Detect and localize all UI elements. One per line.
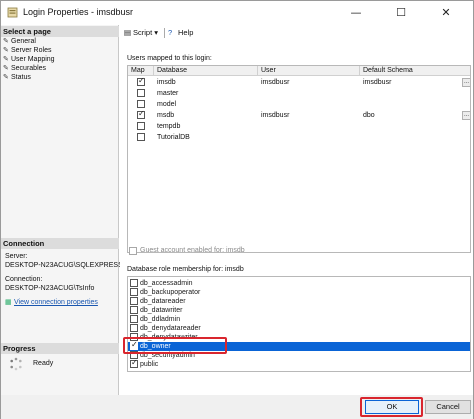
script-icon: ▤ — [124, 28, 132, 37]
login-properties-window: Login Properties - imsdbusr — ☐ ✕ Select… — [0, 0, 474, 419]
connection-label: Connection: — [5, 276, 43, 283]
map-checkbox[interactable] — [137, 100, 145, 108]
page-status[interactable]: ✎ Status — [3, 73, 31, 82]
progress-header: Progress — [1, 343, 119, 354]
role-checkbox[interactable] — [130, 288, 138, 296]
page-general[interactable]: ✎ General — [3, 37, 36, 46]
ok-highlight-box — [360, 397, 423, 417]
role-checkbox[interactable] — [130, 315, 138, 323]
wrench-icon: ✎ — [3, 65, 9, 72]
wrench-icon: ✎ — [3, 38, 9, 45]
connection-header: Connection — [1, 238, 119, 249]
progress-spinner-icon — [10, 357, 22, 371]
role-checkbox[interactable] — [130, 306, 138, 314]
close-button[interactable]: ✕ — [429, 3, 463, 23]
list-item[interactable]: public — [128, 358, 470, 369]
table-row[interactable]: model — [128, 99, 470, 110]
list-item[interactable]: db_backupoperator — [128, 288, 470, 297]
map-checkbox[interactable] — [137, 89, 145, 97]
page-server-roles[interactable]: ✎ Server Roles — [3, 46, 51, 55]
table-row[interactable]: tempdb — [128, 121, 470, 132]
grid-header: Map Database User Default Schema — [128, 66, 470, 76]
progress-status: Ready — [33, 360, 54, 367]
map-checkbox[interactable] — [137, 76, 145, 86]
role-checkbox[interactable] — [130, 279, 138, 287]
list-item[interactable]: db_ddladmin — [128, 315, 470, 324]
toolbar: ▤ Script ▾ ? Help — [120, 25, 473, 41]
wrench-icon: ✎ — [3, 56, 9, 63]
schema-browse-button[interactable]: ... — [462, 111, 470, 120]
column-map[interactable]: Map — [128, 66, 154, 76]
page-securables[interactable]: ✎ Securables — [3, 64, 46, 73]
list-item[interactable]: db_datareader — [128, 297, 470, 306]
list-item[interactable]: db_denydatareader — [128, 324, 470, 333]
script-button[interactable]: ▤ Script ▾ — [124, 28, 158, 38]
cancel-button[interactable]: Cancel — [425, 400, 471, 414]
page-user-mapping[interactable]: ✎ User Mapping — [3, 55, 55, 64]
help-button[interactable]: ? Help — [168, 28, 193, 38]
minimize-button[interactable]: — — [339, 3, 373, 23]
list-item[interactable]: db_accessadmin — [128, 279, 470, 288]
chevron-down-icon: ▾ — [154, 28, 159, 37]
toolbar-separator — [164, 28, 165, 38]
column-user[interactable]: User — [258, 66, 360, 76]
list-item[interactable]: db_datawriter — [128, 306, 470, 315]
users-mapped-label: Users mapped to this login: — [127, 55, 212, 62]
role-membership-label: Database role membership for: imsdb — [127, 266, 244, 273]
column-default-schema[interactable]: Default Schema — [360, 66, 470, 76]
table-row[interactable]: master — [128, 88, 470, 99]
column-database[interactable]: Database — [154, 66, 258, 76]
server-value: DESKTOP-N23ACUG\SQLEXPRESS — [5, 262, 123, 269]
map-checkbox[interactable] — [137, 122, 145, 130]
role-membership-list: db_accessadmin db_backupoperator db_data… — [127, 276, 471, 372]
db-owner-highlight-box — [123, 337, 227, 354]
users-mapped-grid: Map Database User Default Schema imsdb i… — [127, 65, 471, 253]
guest-account-label: Guest account enabled for: imsdb — [140, 247, 245, 254]
schema-browse-button[interactable]: ... — [462, 78, 470, 87]
left-panel: Select a page ✎ General ✎ Server Roles ✎ Us… — [1, 25, 123, 400]
role-checkbox[interactable] — [130, 297, 138, 305]
role-checkbox[interactable] — [130, 358, 138, 368]
table-row[interactable]: msdb imsdbusr dbo ... — [128, 109, 470, 121]
table-row[interactable]: imsdb imsdbusr imsdbusr ... — [128, 76, 470, 88]
role-checkbox[interactable] — [130, 324, 138, 332]
wrench-icon: ✎ — [3, 74, 9, 81]
table-row[interactable]: TutorialDB — [128, 132, 470, 143]
map-checkbox[interactable] — [137, 133, 145, 141]
select-page-header: Select a page — [1, 26, 119, 37]
properties-icon: ▦ — [5, 299, 12, 306]
help-icon: ? — [168, 28, 173, 37]
view-connection-properties-link[interactable]: ▦ View connection properties — [5, 298, 98, 306]
map-checkbox[interactable] — [137, 109, 145, 119]
guest-account-checkbox[interactable] — [129, 247, 137, 255]
title-bar: Login Properties - imsdbusr — ☐ ✕ — [1, 1, 473, 25]
server-label: Server: — [5, 253, 28, 260]
database-login-icon — [7, 7, 18, 18]
connection-value: DESKTOP-N23ACUG\TsInfo — [5, 285, 95, 292]
maximize-button[interactable]: ☐ — [384, 3, 418, 23]
wrench-icon: ✎ — [3, 47, 9, 54]
window-title: Login Properties - imsdbusr — [23, 7, 134, 17]
